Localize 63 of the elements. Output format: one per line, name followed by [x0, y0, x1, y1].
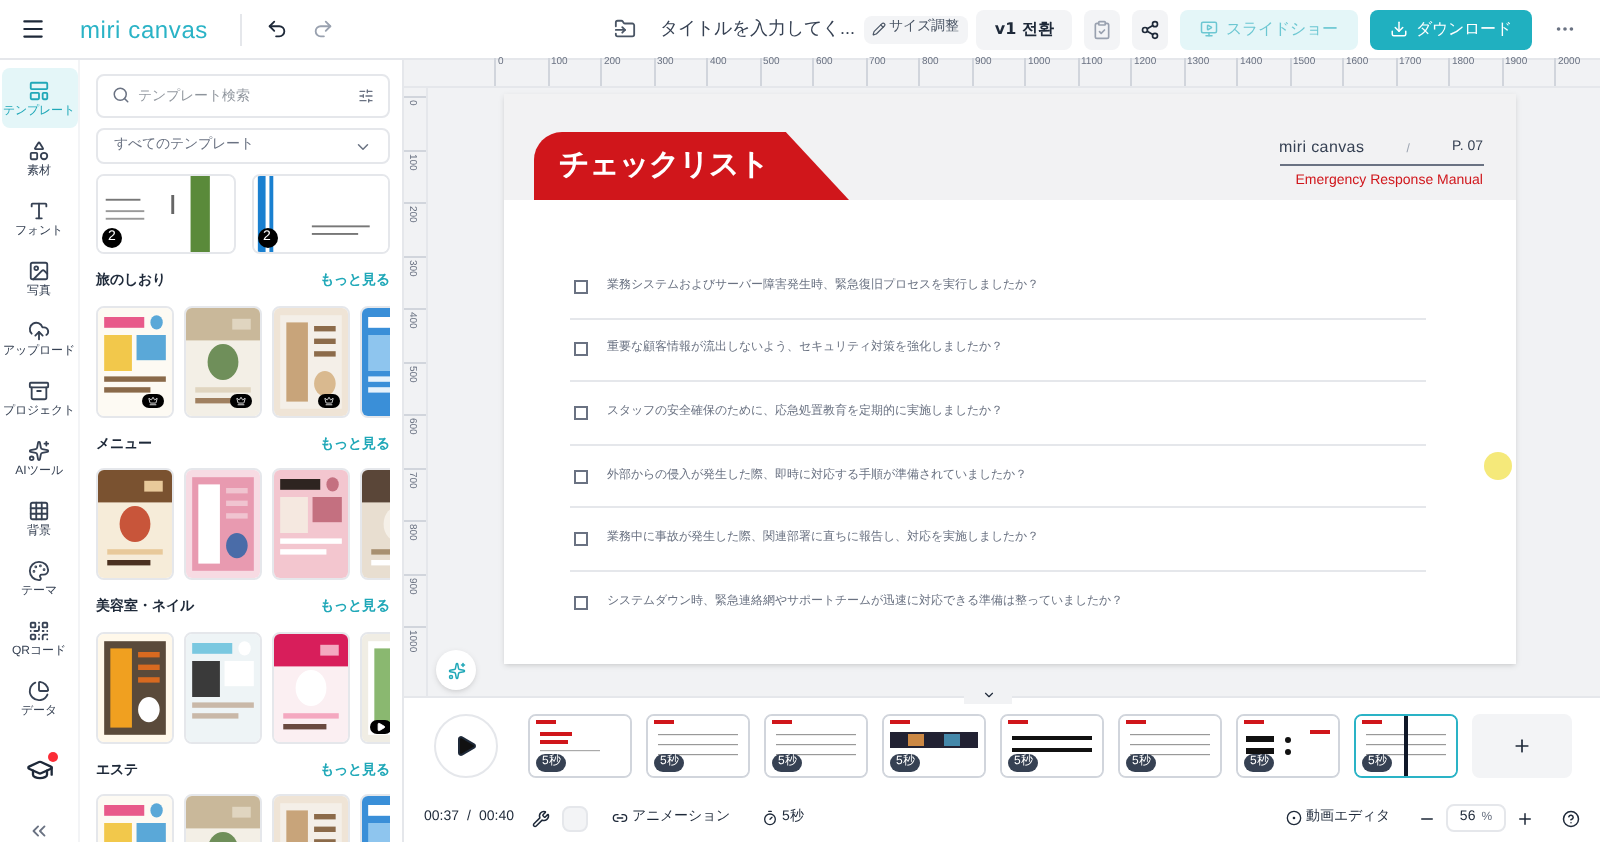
slide-preview-drawing — [1356, 716, 1456, 776]
template-card[interactable] — [96, 305, 174, 417]
slide-preview-drawing — [766, 716, 866, 776]
ai-button[interactable] — [436, 650, 476, 690]
template-card[interactable] — [184, 631, 262, 743]
collapse-icon[interactable] — [28, 820, 50, 842]
color-swatch[interactable] — [562, 805, 589, 831]
search-icon — [112, 86, 130, 104]
template-card[interactable] — [272, 468, 350, 580]
sparkles-icon — [28, 439, 50, 461]
checkbox[interactable] — [573, 279, 587, 294]
archive-icon — [28, 379, 50, 401]
template-card[interactable] — [272, 631, 350, 743]
template-card[interactable] — [184, 305, 262, 417]
document-title[interactable]: タイトルを入力してく... — [659, 15, 855, 43]
version-button[interactable]: v1 전환 — [976, 9, 1072, 49]
checkbox[interactable] — [573, 596, 587, 611]
layout-icon — [28, 79, 50, 101]
pattern-icon — [28, 499, 50, 521]
link-icon — [612, 810, 629, 826]
logo: miri canvas — [80, 13, 208, 47]
undo-icon[interactable] — [265, 18, 288, 40]
slide-preview-drawing — [648, 716, 748, 776]
play-button[interactable] — [434, 714, 498, 778]
graduation-cap-icon[interactable] — [25, 756, 53, 784]
timer-icon — [762, 810, 779, 826]
zoom-in-icon[interactable] — [1516, 809, 1534, 827]
chevron-down-icon — [981, 688, 995, 702]
play-icon — [454, 734, 478, 758]
redo-icon[interactable] — [311, 18, 334, 40]
template-card[interactable] — [272, 305, 350, 417]
upload-icon — [28, 319, 50, 341]
text-icon — [28, 199, 50, 221]
slide-preview-drawing — [1238, 716, 1338, 776]
download-icon — [1390, 20, 1408, 38]
pencil-icon — [871, 22, 885, 36]
slide-preview-drawing — [1120, 716, 1220, 776]
filter-icon[interactable] — [358, 88, 374, 104]
checkbox[interactable] — [573, 405, 587, 420]
help-icon[interactable] — [1562, 809, 1580, 827]
qr-code-icon — [28, 619, 50, 641]
image-icon — [28, 259, 50, 281]
record-icon — [1286, 810, 1302, 826]
chart-icon — [28, 679, 50, 701]
slide-preview-drawing — [884, 716, 984, 776]
folder-icon[interactable] — [613, 18, 636, 40]
checkbox[interactable] — [573, 342, 587, 357]
checkbox[interactable] — [573, 469, 587, 484]
slide-preview-drawing — [530, 716, 630, 776]
play-screen-icon — [1200, 20, 1218, 38]
title-banner: チェックリスト — [533, 132, 849, 200]
brand-text: miri canvas — [1279, 135, 1365, 159]
template-card[interactable] — [96, 468, 174, 580]
save-icon[interactable] — [1084, 9, 1120, 49]
palette-icon — [28, 559, 50, 581]
shapes-icon — [28, 139, 50, 161]
plus-icon — [1512, 736, 1532, 756]
slide-preview-drawing — [1002, 716, 1102, 776]
share-icon[interactable] — [1132, 9, 1168, 49]
template-card[interactable] — [96, 631, 174, 743]
checkbox[interactable] — [573, 532, 587, 547]
sparkles-icon — [447, 661, 465, 679]
tools-icon[interactable] — [532, 809, 551, 827]
